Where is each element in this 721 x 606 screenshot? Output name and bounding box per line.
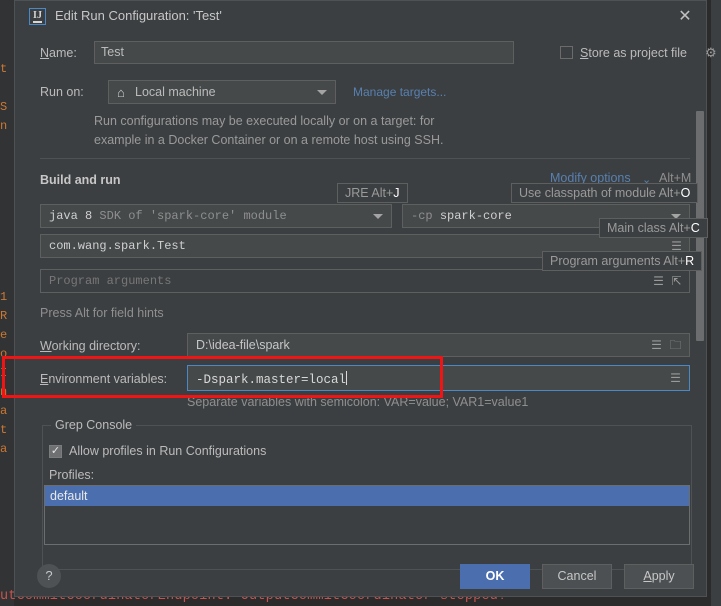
tooltip-mnemonic-key: J (393, 186, 399, 200)
working-directory-value: D:\idea-file\spark (196, 338, 290, 352)
background-char: 1 (0, 288, 14, 307)
chevron-down-icon (373, 214, 383, 219)
tooltip-classpath-shortcut: Use classpath of module Alt+O (511, 183, 698, 203)
gear-icon[interactable]: ⚙ (705, 45, 717, 61)
chevron-down-icon (317, 90, 327, 95)
main-class-value: com.wang.spark.Test (49, 239, 186, 253)
folder-icon[interactable]: 🗀 (669, 339, 682, 352)
store-as-project-file-checkbox[interactable] (560, 46, 573, 59)
tooltip-jre-shortcut: JRE Alt+J (337, 183, 408, 203)
tooltip-text: Use classpath of module Alt+ (519, 186, 681, 200)
classpath-value: spark-core (440, 209, 512, 223)
store-as-project-file-label: Store as project file (580, 46, 687, 60)
background-char (0, 136, 14, 155)
allow-profiles-label: Allow profiles in Run Configurations (69, 444, 266, 458)
background-char: n (0, 117, 14, 136)
jre-primary: java 8 (49, 209, 92, 223)
annotation-highlight-box (2, 356, 443, 398)
help-button[interactable]: ? (37, 564, 61, 588)
background-char (0, 193, 14, 212)
intellij-idea-icon: IJ (29, 8, 46, 25)
run-on-value: Local machine (135, 85, 216, 99)
apply-button[interactable]: Apply (624, 564, 694, 589)
close-icon[interactable]: ✕ (674, 7, 696, 27)
allow-profiles-checkbox[interactable]: ✓ (49, 445, 62, 458)
build-and-run-section-title: Build and run (40, 173, 121, 187)
field-hint-text: Press Alt for field hints (40, 306, 164, 320)
tooltip-mnemonic-key: C (691, 221, 700, 235)
run-on-label: Run on: (40, 85, 84, 99)
background-char (0, 174, 14, 193)
background-char (0, 250, 14, 269)
background-char: R (0, 307, 14, 326)
background-char (0, 269, 14, 288)
background-char: a (0, 402, 14, 421)
name-input[interactable]: Test (94, 41, 514, 64)
dialog-titlebar: IJ Edit Run Configuration: 'Test' ✕ (15, 1, 706, 33)
program-arguments-input[interactable]: Program arguments ☰ ⇱ (40, 269, 690, 293)
cancel-button[interactable]: Cancel (542, 564, 612, 589)
description-line-2: example in a Docker Container or on a re… (94, 133, 443, 147)
run-on-combobox[interactable]: ⌂ Local machine (108, 80, 336, 104)
background-char: a (0, 440, 14, 459)
background-char (0, 231, 14, 250)
profiles-label: Profiles: (49, 468, 94, 482)
background-char (0, 212, 14, 231)
divider (40, 158, 690, 159)
background-char (0, 79, 14, 98)
working-directory-label: Working directory: (40, 339, 141, 353)
dialog-title: Edit Run Configuration: 'Test' (55, 8, 222, 23)
background-char (0, 155, 14, 174)
home-icon: ⌂ (117, 85, 125, 100)
tooltip-main-class-shortcut: Main class Alt+C (599, 218, 708, 238)
tooltip-text: JRE Alt+ (345, 186, 393, 200)
background-char: t (0, 421, 14, 440)
working-directory-input[interactable]: D:\idea-file\spark ☰ 🗀 (187, 333, 690, 357)
edit-run-configuration-dialog: IJ Edit Run Configuration: 'Test' ✕ Name… (14, 0, 707, 597)
jre-combobox[interactable]: java 8 SDK of 'spark-core' module (40, 204, 392, 228)
background-char: S (0, 98, 14, 117)
expand-icon[interactable]: ⇱ (670, 275, 683, 288)
background-char: e (0, 326, 14, 345)
program-arguments-placeholder: Program arguments (49, 274, 171, 288)
tooltip-text: Main class Alt+ (607, 221, 691, 235)
profiles-list[interactable]: default (44, 485, 690, 545)
tooltip-mnemonic-key: O (681, 186, 691, 200)
tooltip-text: Program arguments Alt+ (550, 254, 685, 268)
ok-button[interactable]: OK (460, 564, 530, 589)
background-editor-text: tSn1ReoInata (0, 60, 14, 459)
classpath-prefix: -cp (411, 209, 433, 223)
name-label: Name: (40, 46, 77, 60)
background-char: t (0, 60, 14, 79)
tooltip-mnemonic-key: R (685, 254, 694, 268)
description-line-1: Run configurations may be executed local… (94, 114, 434, 128)
grep-console-legend: Grep Console (51, 418, 136, 432)
browse-icon[interactable]: ☰ (669, 372, 682, 385)
background-right-strip (711, 0, 721, 606)
jre-secondary: SDK of 'spark-core' module (99, 209, 286, 223)
insert-macro-icon[interactable]: ☰ (650, 339, 663, 352)
manage-targets-link[interactable]: Manage targets... (353, 85, 446, 99)
tooltip-program-arguments-shortcut: Program arguments Alt+R (542, 251, 702, 271)
browse-icon[interactable]: ☰ (652, 275, 665, 288)
list-item[interactable]: default (45, 486, 689, 506)
